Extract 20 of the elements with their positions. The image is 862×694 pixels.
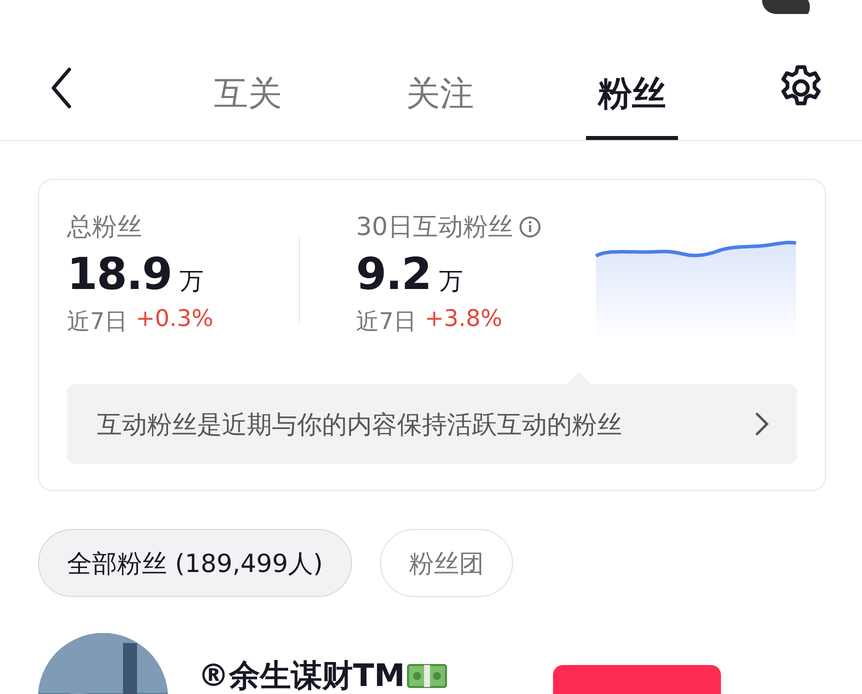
stat-unit: 万: [438, 266, 463, 297]
tab[interactable]: 互关: [202, 14, 294, 140]
period-label: 近7日: [356, 308, 417, 337]
filter-chip[interactable]: 粉丝团: [380, 529, 513, 597]
change-value: +0.3%: [136, 306, 214, 334]
follower-name: ®余生谋财TM: [198, 657, 405, 694]
stat-value: 18.9: [67, 249, 172, 300]
filter-chip[interactable]: 全部粉丝 (189,499人): [38, 529, 352, 597]
stat-label: 30日互动粉丝: [356, 211, 513, 243]
stat-value: 9.2: [356, 249, 431, 300]
stat-unit: 万: [180, 266, 204, 297]
info-icon[interactable]: [518, 216, 541, 238]
banner-text: 互动粉丝是近期与你的内容保持活跃互动的粉丝: [97, 408, 623, 440]
stat-label: 总粉丝: [67, 211, 142, 243]
tab[interactable]: 关注: [394, 14, 486, 140]
money-icon: [407, 662, 447, 690]
change-value: +3.8%: [424, 306, 502, 334]
period-label: 近7日: [67, 308, 128, 337]
tab[interactable]: 粉丝: [586, 14, 678, 140]
chevron-right-icon: [755, 412, 769, 436]
